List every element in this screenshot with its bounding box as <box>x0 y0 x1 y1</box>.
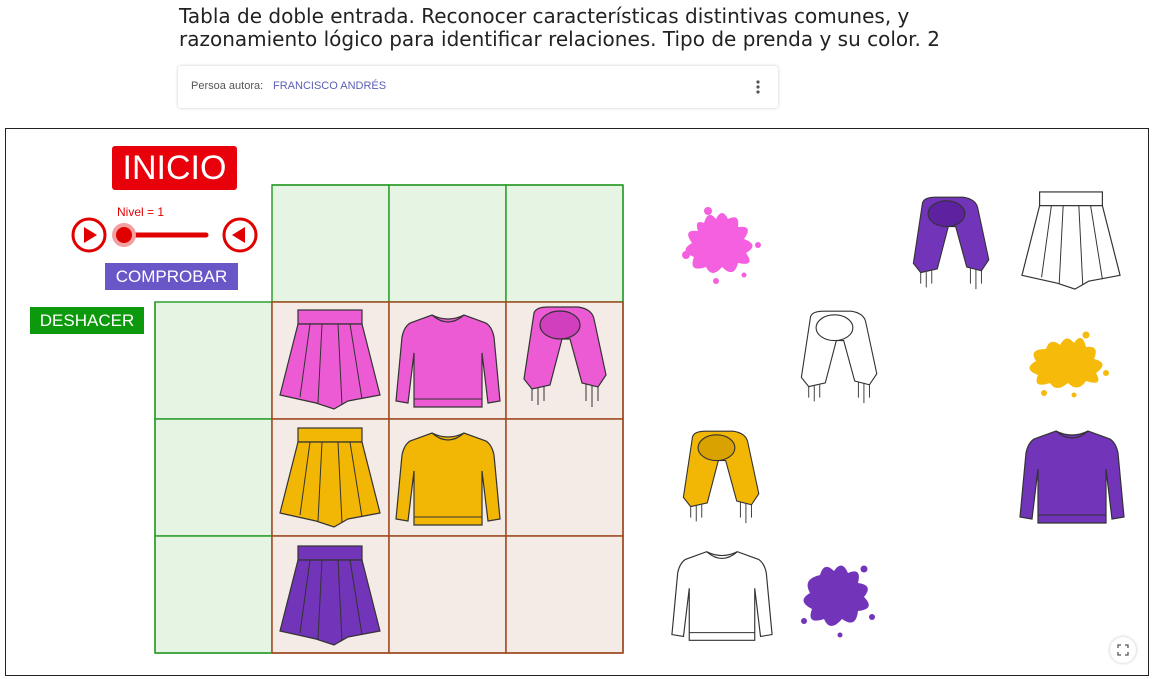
column-header-cell[interactable] <box>271 184 390 303</box>
title-line-1: Tabla de doble entrada. Reconocer caract… <box>179 4 910 28</box>
splash-yellow-icon[interactable] <box>1020 329 1112 401</box>
start-button[interactable]: INICIO <box>112 146 237 190</box>
skirt-pink-icon[interactable] <box>276 307 384 413</box>
sweater-yellow-icon[interactable] <box>394 427 502 531</box>
scarf-yellow-icon[interactable] <box>676 425 768 533</box>
fullscreen-icon[interactable] <box>1110 637 1136 663</box>
row-header-cell[interactable] <box>154 301 273 420</box>
sweater-purple-icon[interactable] <box>1018 425 1126 529</box>
scarf-purple-icon[interactable] <box>906 191 998 299</box>
undo-button[interactable]: DESHACER <box>30 307 144 334</box>
author-link[interactable]: FRANCISCO ANDRÉS <box>273 80 386 92</box>
sweater-white-icon[interactable] <box>670 545 774 647</box>
more-vert-icon[interactable] <box>750 76 766 98</box>
page-title: Tabla de doble entrada. Reconocer caract… <box>179 5 999 51</box>
column-header-cell[interactable] <box>388 184 507 303</box>
geogebra-applet: INICIO Nivel = 1 COMPROBAR DESHACER <box>5 128 1149 676</box>
level-slider[interactable] <box>66 213 266 257</box>
author-card: Persoa autora: FRANCISCO ANDRÉS <box>178 66 778 108</box>
skirt-white-icon[interactable] <box>1016 189 1126 293</box>
slider-thumb[interactable] <box>112 223 136 247</box>
author-label: Persoa autora: <box>191 80 264 92</box>
title-line-2: razonamiento lógico para identificar rel… <box>179 27 940 51</box>
check-button[interactable]: COMPROBAR <box>105 263 238 290</box>
play-icon[interactable] <box>71 217 107 253</box>
scarf-white-icon[interactable] <box>794 305 886 413</box>
scarf-pink-icon[interactable] <box>516 305 616 413</box>
answer-cell[interactable] <box>505 535 624 654</box>
skirt-yellow-icon[interactable] <box>276 425 384 531</box>
answer-cell[interactable] <box>388 535 507 654</box>
answer-cell[interactable] <box>505 418 624 537</box>
skirt-purple-icon[interactable] <box>276 543 384 649</box>
row-header-cell[interactable] <box>154 535 273 654</box>
splash-purple-icon[interactable] <box>794 557 878 639</box>
column-header-cell[interactable] <box>505 184 624 303</box>
sweater-pink-icon[interactable] <box>394 309 502 413</box>
splash-pink-icon[interactable] <box>674 205 766 287</box>
play-reverse-icon[interactable] <box>222 217 258 253</box>
row-header-cell[interactable] <box>154 418 273 537</box>
